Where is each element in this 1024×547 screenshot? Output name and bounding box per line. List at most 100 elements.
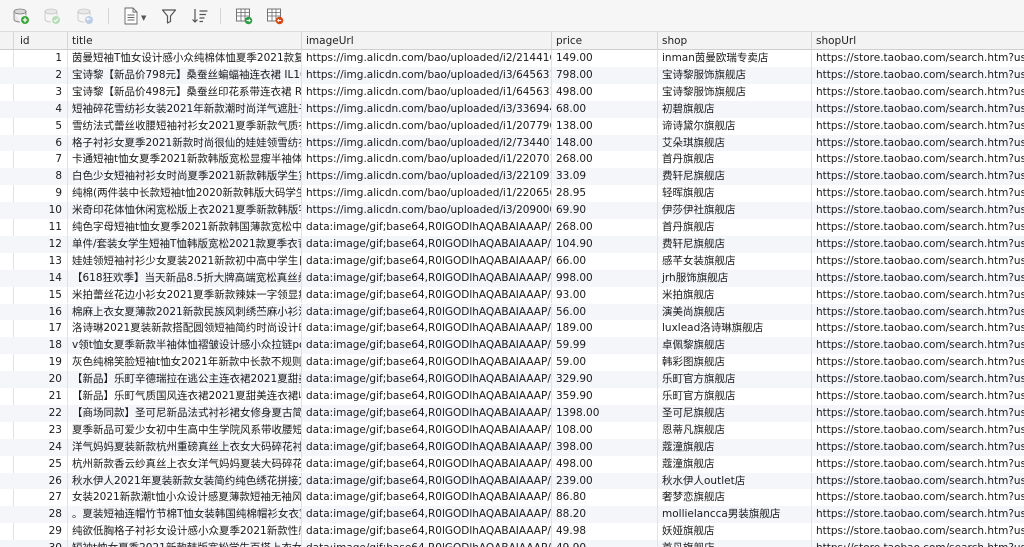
cell-shop[interactable]: 乐町官方旗舰店: [658, 371, 812, 388]
cell-id[interactable]: 17: [14, 320, 68, 338]
cell-id[interactable]: 6: [14, 134, 68, 152]
table-row[interactable]: 27 女装2021新款潮t恤小众设计感夏薄款短袖无袖风 data:image/gif…: [0, 489, 1024, 507]
cell-imageurl[interactable]: https://img.alicdn.com/bao/uploaded/i2/2…: [302, 50, 552, 67]
cell-price[interactable]: 66.00: [552, 252, 658, 270]
cell-id[interactable]: 7: [14, 151, 68, 169]
cell-id[interactable]: 3: [14, 83, 68, 101]
cell-price[interactable]: 148.00: [552, 134, 658, 152]
table-row[interactable]: 11 纯色字母短袖t恤女夏季2021新款韩国薄款宽松中长 data:image/gi…: [0, 219, 1024, 236]
table-row[interactable]: 24 洋气妈妈夏装新款杭州重磅真丝上衣女大码碎花衬衣 data:image/gif;…: [0, 438, 1024, 456]
column-header-id[interactable]: id: [14, 32, 68, 50]
cell-shopurl[interactable]: https://store.taobao.com/search.htm?user…: [812, 489, 1024, 506]
cell-shopurl[interactable]: https://store.taobao.com/search.htm?user…: [812, 219, 1024, 236]
cell-shop[interactable]: 米拍旗舰店: [658, 286, 812, 304]
add-row-icon[interactable]: [11, 6, 31, 26]
cell-price[interactable]: 69.90: [552, 202, 658, 219]
table-row[interactable]: 13 娃娃领短袖衬衫少女夏装2021新款初中高中学生日系 data:image/gi…: [0, 252, 1024, 270]
cell-id[interactable]: 4: [14, 100, 68, 118]
cell-imageurl[interactable]: data:image/gif;base64,R0lGODlhAQABAIAAAP…: [302, 540, 552, 547]
cell-shopurl[interactable]: https://store.taobao.com/search.htm?user…: [812, 151, 1024, 168]
cell-title[interactable]: 秋水伊人2021年夏装新款女装简约纯色绣花拼接方领: [68, 472, 302, 490]
cell-id[interactable]: 18: [14, 337, 68, 355]
cell-price[interactable]: 49.98: [552, 523, 658, 541]
cell-imageurl[interactable]: data:image/gif;base64,R0lGODlhAQABAIAAAP…: [302, 337, 552, 355]
cell-title[interactable]: 灰色纯棉笑脸短袖t恤女2021年新款中长款不规则开: [68, 354, 302, 372]
import-icon[interactable]: [265, 6, 285, 26]
cell-shop[interactable]: 蔻潼旗舰店: [658, 455, 812, 473]
cell-shopurl[interactable]: https://store.taobao.com/search.htm?user…: [812, 540, 1024, 547]
cell-id[interactable]: 19: [14, 354, 68, 372]
cell-shop[interactable]: 费轩尼旗舰店: [658, 235, 812, 253]
cell-price[interactable]: 49.90: [552, 540, 658, 547]
revert-icon[interactable]: [75, 6, 95, 26]
cell-shop[interactable]: 秋水伊人outlet店: [658, 472, 812, 490]
cell-id[interactable]: 27: [14, 489, 68, 507]
table-row[interactable]: 15 米拍蕾丝花边小衫女2021夏季新款辣妹一字领显瘦 data:image/gif…: [0, 286, 1024, 304]
cell-shop[interactable]: 伊莎伊社旗舰店: [658, 202, 812, 219]
cell-title[interactable]: 洛诗琳2021夏装新款搭配圆领短袖简约时尚设计印花: [68, 320, 302, 338]
cell-price[interactable]: 268.00: [552, 151, 658, 169]
cell-imageurl[interactable]: data:image/gif;base64,R0lGODlhAQABAIAAAP…: [302, 523, 552, 541]
column-header-title[interactable]: title: [68, 32, 302, 50]
cell-shopurl[interactable]: https://store.taobao.com/search.htm?user…: [812, 202, 1024, 219]
cell-shopurl[interactable]: https://store.taobao.com/search.htm?user…: [812, 270, 1024, 287]
cell-id[interactable]: 5: [14, 117, 68, 135]
cell-shopurl[interactable]: https://store.taobao.com/search.htm?user…: [812, 84, 1024, 101]
cell-title[interactable]: 茵曼短袖T恤女设计感小众纯棉体恤夏季2021款复古: [68, 50, 302, 67]
cell-price[interactable]: 59.00: [552, 354, 658, 372]
cell-imageurl[interactable]: https://img.alicdn.com/bao/uploaded/i1/2…: [302, 185, 552, 203]
cell-imageurl[interactable]: data:image/gif;base64,R0lGODlhAQABAIAAAP…: [302, 252, 552, 270]
cell-title[interactable]: 娃娃领短袖衬衫少女夏装2021新款初中高中学生日系: [68, 252, 302, 270]
cell-imageurl[interactable]: data:image/gif;base64,R0lGODlhAQABAIAAAP…: [302, 472, 552, 490]
cell-id[interactable]: 30: [14, 540, 68, 547]
cell-id[interactable]: 29: [14, 523, 68, 541]
cell-title[interactable]: 女装2021新款潮t恤小众设计感夏薄款短袖无袖风: [68, 489, 302, 507]
cell-shopurl[interactable]: https://store.taobao.com/search.htm?user…: [812, 101, 1024, 118]
cell-price[interactable]: 1398.00: [552, 404, 658, 422]
cell-shop[interactable]: 宝诗黎服饰旗舰店: [658, 83, 812, 101]
cell-title[interactable]: 短袖碎花雪纺衫女装2021年新款潮时尚洋气遮肚子: [68, 100, 302, 118]
cell-id[interactable]: 10: [14, 202, 68, 219]
cell-price[interactable]: 239.00: [552, 472, 658, 490]
table-row[interactable]: 6 格子衬衫女夏季2021新款时尚很仙的娃娃领雪纺衣 https://img.ali…: [0, 134, 1024, 152]
cell-imageurl[interactable]: data:image/gif;base64,R0lGODlhAQABAIAAAP…: [302, 219, 552, 236]
cell-imageurl[interactable]: data:image/gif;base64,R0lGODlhAQABAIAAAP…: [302, 235, 552, 253]
cell-id[interactable]: 26: [14, 472, 68, 490]
column-header-price[interactable]: price: [552, 32, 658, 50]
cell-title[interactable]: 纯色字母短袖t恤女夏季2021新款韩国薄款宽松中长: [68, 219, 302, 236]
cell-shop[interactable]: 艾朵琪旗舰店: [658, 134, 812, 152]
table-row[interactable]: 20 【新品】乐町辛德瑞拉在逃公主连衣裙2021夏甜美 data:image/gif…: [0, 371, 1024, 388]
cell-title[interactable]: 【新品】乐町辛德瑞拉在逃公主连衣裙2021夏甜美: [68, 371, 302, 388]
cell-imageurl[interactable]: https://img.alicdn.com/bao/uploaded/i1/6…: [302, 83, 552, 101]
chevron-down-icon[interactable]: ▼: [141, 14, 146, 22]
cell-shop[interactable]: 首丹旗舰店: [658, 219, 812, 236]
cell-imageurl[interactable]: data:image/gif;base64,R0lGODlhAQABAIAAAP…: [302, 371, 552, 388]
cell-shop[interactable]: 恩蒂凡旗舰店: [658, 421, 812, 439]
cell-shop[interactable]: 乐町官方旗舰店: [658, 388, 812, 405]
cell-id[interactable]: 22: [14, 404, 68, 422]
cell-shop[interactable]: 初碧旗舰店: [658, 100, 812, 118]
filter-icon[interactable]: [159, 6, 179, 26]
export-icon[interactable]: [234, 6, 254, 26]
cell-title[interactable]: 夏季新品可爱少女初中生高中生学院风系带收腰短袖: [68, 421, 302, 439]
cell-id[interactable]: 11: [14, 219, 68, 236]
cell-price[interactable]: 998.00: [552, 269, 658, 287]
cell-price[interactable]: 189.00: [552, 320, 658, 338]
cell-imageurl[interactable]: https://img.alicdn.com/bao/uploaded/i2/7…: [302, 134, 552, 152]
cell-shopurl[interactable]: https://store.taobao.com/search.htm?user…: [812, 354, 1024, 371]
commit-icon[interactable]: [42, 6, 62, 26]
cell-shop[interactable]: jrh服饰旗舰店: [658, 269, 812, 287]
table-row[interactable]: 16 棉麻上衣女夏薄款2021新款民族风刺绣苎麻小衫洋气 data:image/gi…: [0, 303, 1024, 321]
cell-id[interactable]: 20: [14, 371, 68, 388]
cell-id[interactable]: 13: [14, 252, 68, 270]
cell-shop[interactable]: mollielancca男装旗舰店: [658, 506, 812, 524]
cell-title[interactable]: 卡通短袖t恤女夏季2021新款韩版宽松显瘦半袖体恤: [68, 151, 302, 169]
cell-id[interactable]: 21: [14, 388, 68, 405]
cell-shop[interactable]: 韩彩图旗舰店: [658, 354, 812, 372]
cell-shopurl[interactable]: https://store.taobao.com/search.htm?user…: [812, 67, 1024, 84]
table-row[interactable]: 10 米奇印花体恤休闲宽松版上衣2021夏季新款韩版字母 https://img.a…: [0, 202, 1024, 219]
cell-imageurl[interactable]: https://img.alicdn.com/bao/uploaded/i3/6…: [302, 66, 552, 84]
table-row[interactable]: 14 【618狂欢季】当天新品8.5折大牌高端宽松真丝桑蚕 data:image/g…: [0, 269, 1024, 287]
table-row[interactable]: 17 洛诗琳2021夏装新款搭配圆领短袖简约时尚设计印花 data:image/gi…: [0, 320, 1024, 338]
cell-shopurl[interactable]: https://store.taobao.com/search.htm?user…: [812, 287, 1024, 304]
